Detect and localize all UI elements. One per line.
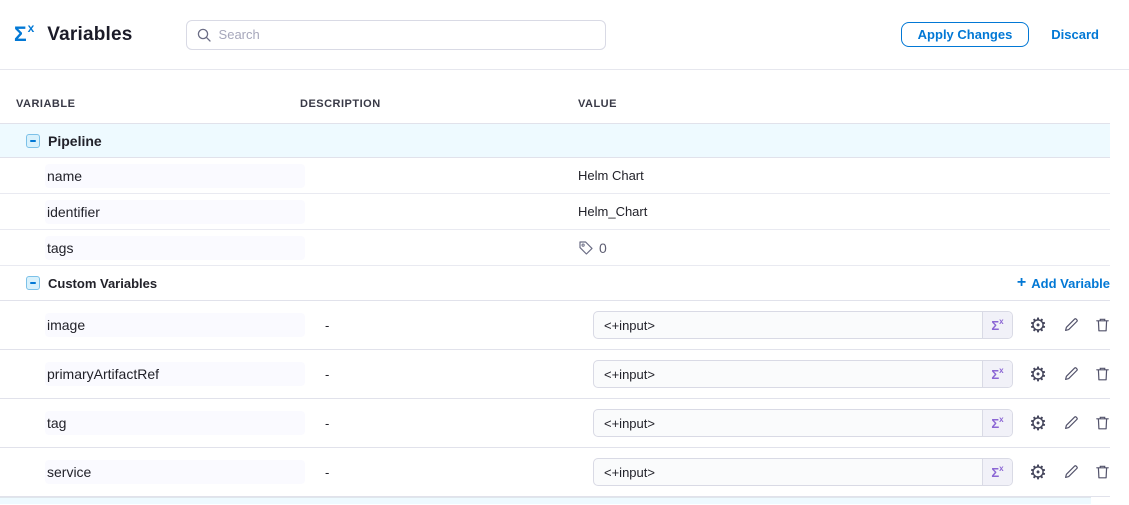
settings-gear-icon[interactable]: ⚙ <box>1029 364 1047 384</box>
variable-name: tag <box>47 415 66 431</box>
variable-name: tags <box>47 240 73 256</box>
delete-trash-icon[interactable] <box>1095 317 1110 333</box>
variable-name: identifier <box>47 204 100 220</box>
column-header-description: DESCRIPTION <box>300 98 578 110</box>
settings-gear-icon[interactable]: ⚙ <box>1029 315 1047 335</box>
edit-pencil-icon[interactable] <box>1063 366 1079 382</box>
discard-button[interactable]: Discard <box>1051 27 1099 42</box>
section-label-pipeline: Pipeline <box>48 133 102 149</box>
value-input[interactable]: <+input> Σx <box>593 360 1013 388</box>
variable-description: - <box>300 367 578 382</box>
search-box[interactable] <box>186 20 606 50</box>
variable-description: - <box>300 416 578 431</box>
settings-gear-icon[interactable]: ⚙ <box>1029 462 1047 482</box>
collapse-icon[interactable] <box>26 134 40 148</box>
add-variable-button[interactable]: + Add Variable <box>1017 275 1110 291</box>
column-header-variable: VARIABLE <box>16 98 300 110</box>
table-row-image: image - <+input> Σx ⚙ <box>0 301 1110 350</box>
next-section-row-partial <box>0 497 1091 504</box>
variables-sigma-icon: Σx <box>14 24 33 45</box>
table-row-tags: tags 0 <box>0 230 1110 266</box>
value-input[interactable]: <+input> Σx <box>593 409 1013 437</box>
plus-icon: + <box>1017 275 1026 291</box>
table-row-identifier: identifier Helm_Chart <box>0 194 1110 230</box>
variable-name: name <box>47 168 82 184</box>
edit-pencil-icon[interactable] <box>1063 464 1079 480</box>
custom-variables-section-row[interactable]: Custom Variables + Add Variable <box>0 266 1110 301</box>
variable-name-pill: service <box>45 460 305 484</box>
column-header-row: VARIABLE DESCRIPTION VALUE <box>0 70 1110 123</box>
variable-name-pill: identifier <box>45 200 305 224</box>
variable-name-pill: tag <box>45 411 305 435</box>
table-row-service: service - <+input> Σx ⚙ <box>0 448 1110 497</box>
search-icon <box>197 28 211 42</box>
apply-changes-button[interactable]: Apply Changes <box>901 22 1030 47</box>
section-label-custom-variables: Custom Variables <box>48 276 157 291</box>
variables-table: VARIABLE DESCRIPTION VALUE Pipeline name… <box>0 70 1129 504</box>
header-bar: Σx Variables Apply Changes Discard <box>0 0 1129 70</box>
table-row-tag: tag - <+input> Σx ⚙ <box>0 399 1110 448</box>
table-row-primaryArtifactRef: primaryArtifactRef - <+input> Σx ⚙ <box>0 350 1110 399</box>
variable-name-pill: tags <box>45 236 305 260</box>
collapse-icon[interactable] <box>26 276 40 290</box>
variable-name: image <box>47 317 85 333</box>
variable-value: Helm Chart <box>578 168 644 183</box>
variable-name: service <box>47 464 91 480</box>
tag-icon <box>578 240 594 256</box>
runtime-input-toggle-icon[interactable]: Σx <box>982 459 1012 485</box>
page-title: Variables <box>47 24 132 46</box>
value-input[interactable]: <+input> Σx <box>593 458 1013 486</box>
variable-name: primaryArtifactRef <box>47 366 159 382</box>
value-input[interactable]: <+input> Σx <box>593 311 1013 339</box>
delete-trash-icon[interactable] <box>1095 366 1110 382</box>
pipeline-section-row[interactable]: Pipeline <box>0 123 1110 158</box>
variable-name-pill: image <box>45 313 305 337</box>
variable-name-pill: primaryArtifactRef <box>45 362 305 386</box>
edit-pencil-icon[interactable] <box>1063 317 1079 333</box>
settings-gear-icon[interactable]: ⚙ <box>1029 413 1047 433</box>
delete-trash-icon[interactable] <box>1095 415 1110 431</box>
runtime-input-toggle-icon[interactable]: Σx <box>982 312 1012 338</box>
runtime-input-toggle-icon[interactable]: Σx <box>982 361 1012 387</box>
delete-trash-icon[interactable] <box>1095 464 1110 480</box>
variable-description: - <box>300 465 578 480</box>
edit-pencil-icon[interactable] <box>1063 415 1079 431</box>
search-input[interactable] <box>219 27 595 42</box>
variable-name-pill: name <box>45 164 305 188</box>
variable-description: - <box>300 318 578 333</box>
table-row-name: name Helm Chart <box>0 158 1110 194</box>
tags-count: 0 <box>599 240 607 256</box>
variable-value: Helm_Chart <box>578 204 647 219</box>
runtime-input-toggle-icon[interactable]: Σx <box>982 410 1012 436</box>
column-header-value: VALUE <box>578 98 1110 110</box>
